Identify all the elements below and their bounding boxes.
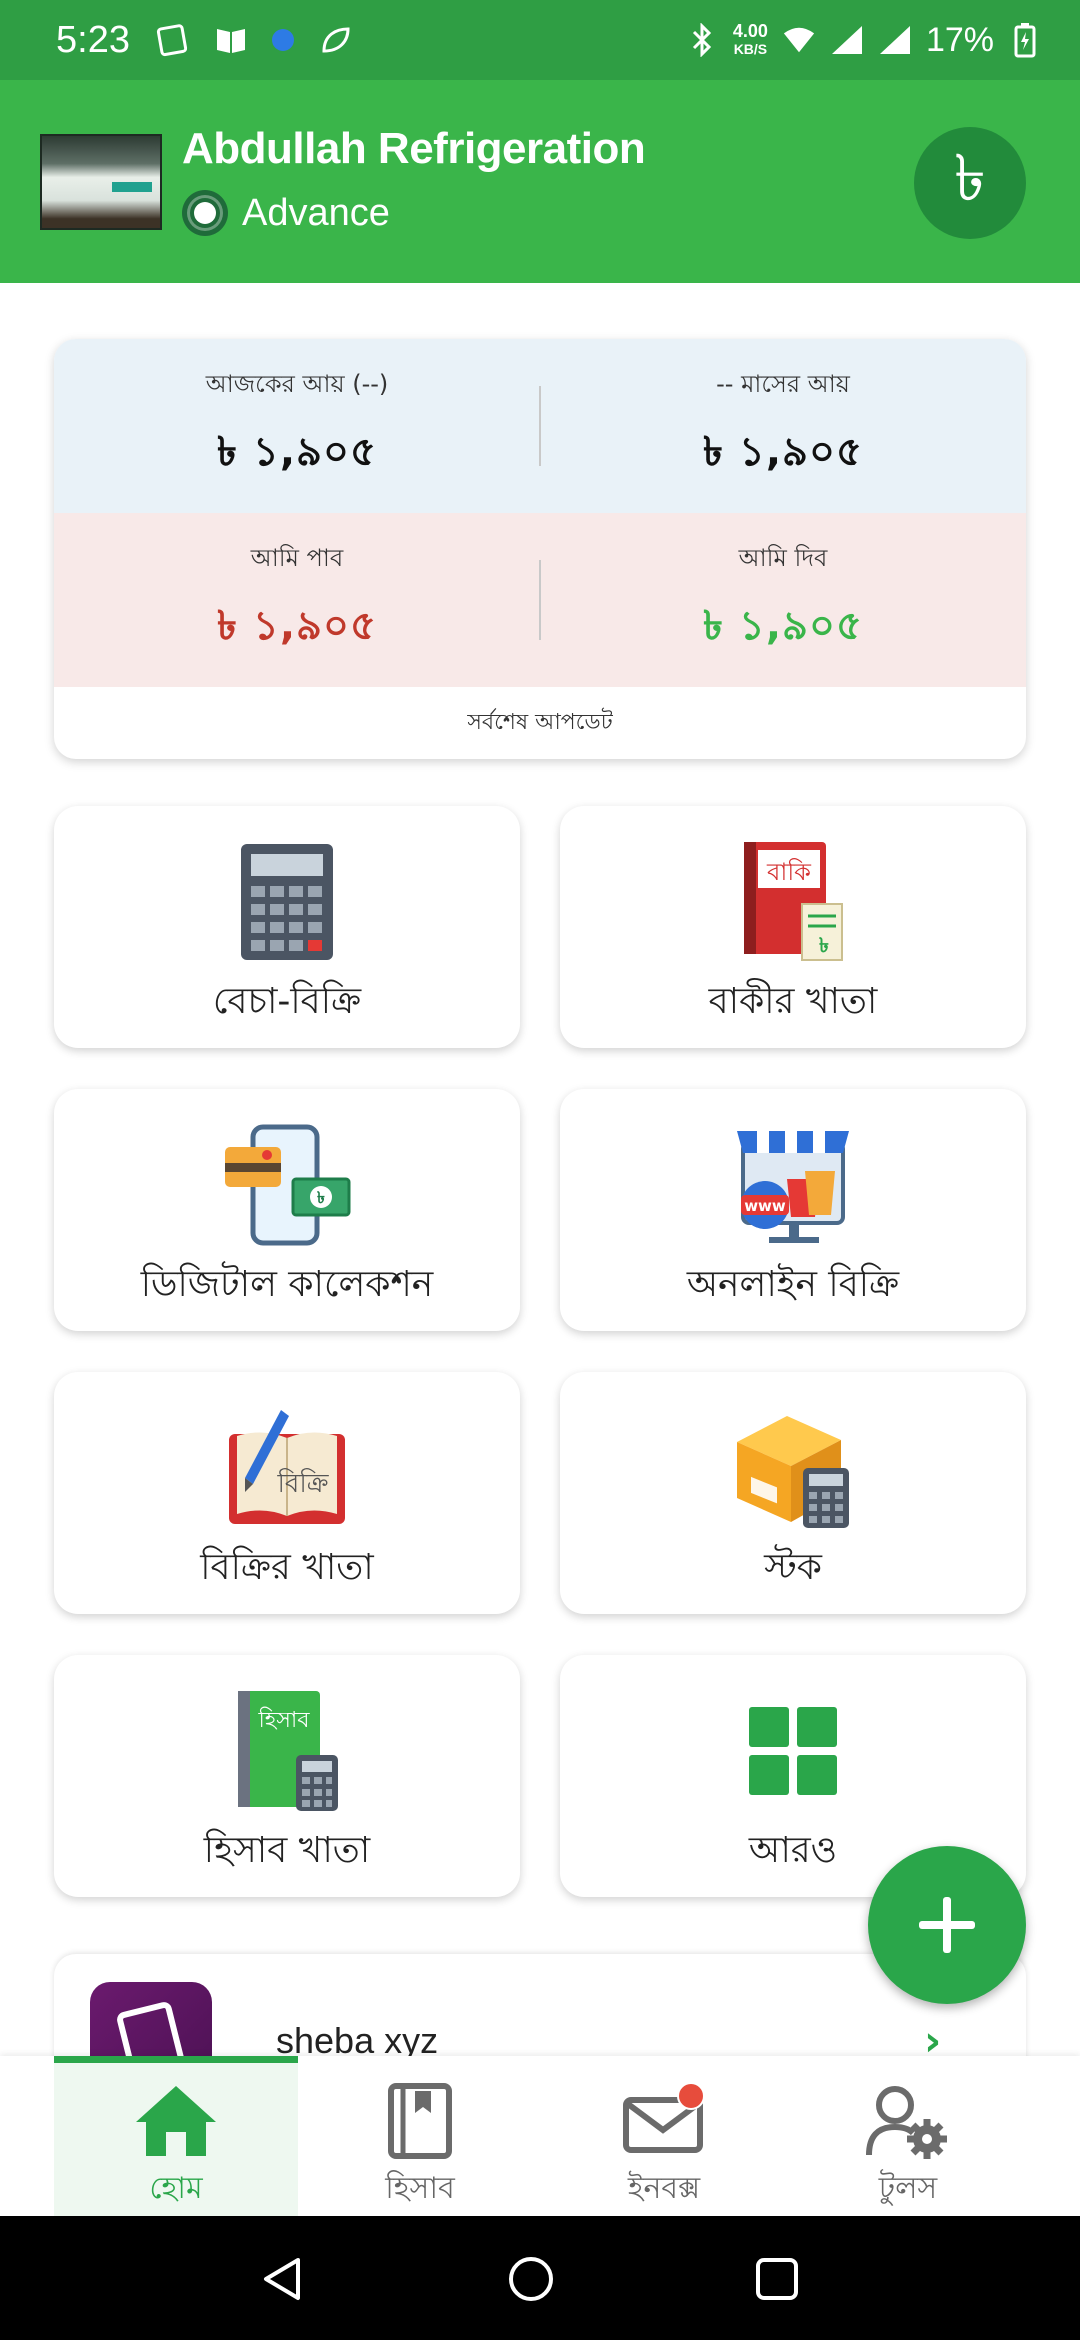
stock-box-icon [729,1406,857,1530]
due-book-icon-text: বাকি [766,858,812,886]
inbox-unread-badge [677,2082,705,2110]
business-name[interactable]: Abdullah Refrigeration [182,124,646,174]
nav-inbox[interactable]: ইনবক্স [542,2056,786,2216]
network-speed: 4.00 KB/S [733,22,768,58]
accounts-book-icon-text: হিসাব [257,1707,310,1733]
tile-due-book-label: বাকীর খাতা [708,981,878,1022]
today-income-value: ৳ ১,৯০৫ [217,428,377,475]
tile-accounts-book[interactable]: হিসাব হিসাব খাতা [54,1655,520,1897]
digital-payment-icon: ৳ [223,1123,351,1247]
wifi-icon [782,23,816,57]
nav-home[interactable]: হোম [54,2056,298,2216]
signal-icon-1 [830,23,864,57]
month-income: -- মাসের আয় ৳ ১,৯০৫ [540,339,1026,513]
due-row: আমি পাব ৳ ১,৯০৫ আমি দিব ৳ ১,৯০৫ [54,513,1026,687]
online-shop-icon: www [729,1123,857,1247]
income-row: আজকের আয় (--) ৳ ১,৯০৫ -- মাসের আয় ৳ ১,… [54,339,1026,513]
network-speed-unit: KB/S [733,41,768,57]
home-icon [131,2082,221,2160]
system-navigation-bar [0,2216,1080,2340]
taka-icon[interactable]: ৳ [914,127,1026,239]
leaf-notification-icon [318,23,352,57]
tile-more-label: আরও [748,1830,838,1871]
tile-sales-book-label: বিক্রির খাতা [200,1547,374,1588]
dot-notification-icon [271,29,294,51]
tile-digital-collection[interactable]: ৳ ডিজিটাল কালেকশন [54,1089,520,1331]
calculator-icon [223,840,351,964]
tile-digital-collection-label: ডিজিটাল কালেকশন [140,1264,434,1305]
due-book-icon: বাকি ৳ [729,840,857,964]
payable-label: আমি দিব [738,543,828,572]
svg-text:৳: ৳ [819,933,829,957]
status-bar: 5:23 4.00 KB/S 17% [0,0,1080,80]
sales-book-icon: বিক্রি [223,1406,351,1530]
battery-charging-icon [1008,23,1042,58]
nav-tools[interactable]: টুলস [786,2056,1030,2216]
inbox-icon [619,2082,709,2160]
svg-text:৳: ৳ [317,1188,325,1207]
bluetooth-icon [685,23,719,57]
payable: আমি দিব ৳ ১,৯০৫ [540,513,1026,687]
grid-more-icon [729,1689,857,1813]
network-speed-value: 4.00 [732,21,768,41]
online-shop-icon-text: www [744,1197,786,1215]
nav-inbox-label: ইনবক্স [627,2171,701,2206]
recents-square-icon[interactable] [752,2254,802,2304]
signal-icon-2 [878,23,912,57]
back-icon[interactable] [258,2254,308,2304]
nav-ledger[interactable]: হিসাব [298,2056,542,2216]
month-income-label: -- মাসের আয় [716,369,850,398]
tile-online-sales[interactable]: www অনলাইন বিক্রি [560,1089,1026,1331]
plan-icon [182,190,228,236]
notification-icons [156,23,352,57]
income-summary-card[interactable]: আজকের আয় (--) ৳ ১,৯০৫ -- মাসের আয় ৳ ১,… [54,339,1026,759]
divider [539,386,541,466]
nav-home-label: হোম [149,2171,203,2206]
nav-tools-label: টুলস [878,2171,938,2206]
battery-percent: 17% [925,20,994,59]
today-income-label: আজকের আয় (--) [205,369,389,398]
tile-due-book[interactable]: বাকি ৳ বাকীর খাতা [560,806,1026,1048]
app-header: Abdullah Refrigeration Advance ৳ [0,80,1080,283]
tile-accounts-book-label: হিসাব খাতা [203,1830,371,1871]
bottom-navigation: হোম হিসাব ইনবক্স টুলস [0,2056,1080,2216]
business-avatar[interactable] [40,134,162,230]
month-income-value: ৳ ১,৯০৫ [703,428,863,475]
book-notification-icon [214,23,248,57]
home-circle-icon[interactable] [506,2254,556,2304]
sales-book-icon-text: বিক্রি [276,1468,329,1499]
divider [539,560,541,640]
plan-badge[interactable]: Advance [182,190,390,236]
last-update-text: সর্বশেষ আপডেট [467,709,613,735]
receivable-label: আমি পাব [250,543,344,572]
payable-value: ৳ ১,৯০৫ [703,602,863,649]
app-notification-icon [156,23,190,57]
tile-online-sales-label: অনলাইন বিক্রি [686,1264,900,1305]
add-fab-button[interactable] [868,1846,1026,2004]
sheba-logo [90,1982,212,2064]
nav-ledger-label: হিসাব [385,2171,455,2206]
tile-stock[interactable]: স্টক [560,1372,1026,1614]
promo-card[interactable]: sheba xyz › [54,1954,1026,2064]
accounts-book-icon: হিসাব [223,1689,351,1813]
tile-stock-label: স্টক [764,1547,822,1588]
ledger-icon [375,2082,465,2160]
tile-sales[interactable]: বেচা-বিক্রি [54,806,520,1048]
today-income: আজকের আয় (--) ৳ ১,৯০৫ [54,339,540,513]
tools-icon [863,2082,953,2160]
plan-label: Advance [242,191,390,234]
receivable-value: ৳ ১,৯০৫ [217,602,377,649]
receivable: আমি পাব ৳ ১,৯০৫ [54,513,540,687]
status-time: 5:23 [56,18,130,61]
tile-sales-book[interactable]: বিক্রি বিক্রির খাতা [54,1372,520,1614]
status-right: 4.00 KB/S 17% [685,21,1042,60]
tile-sales-label: বেচা-বিক্রি [212,981,362,1022]
